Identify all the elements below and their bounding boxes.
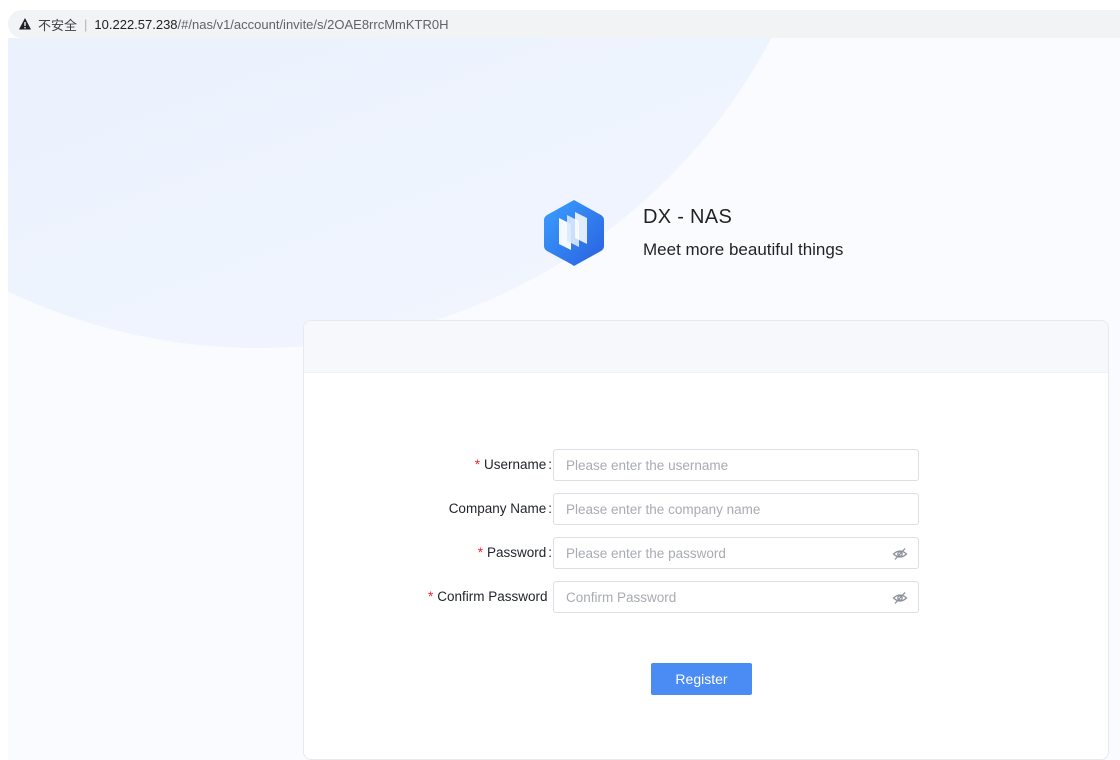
form-row-password: * Password: [304,537,1108,569]
register-button[interactable]: Register [651,663,752,695]
app-title: DX - NAS [643,206,733,228]
username-field[interactable] [553,449,919,481]
warning-icon [19,18,31,30]
security-status-label[interactable]: 不安全 [38,15,77,34]
form-row-confirm-password: * Confirm Password [304,581,1108,613]
app-slogan: Meet more beautiful things [643,240,844,259]
page-left-edge [0,38,8,760]
password-input[interactable] [554,538,918,568]
confirm-password-field[interactable] [553,581,919,613]
password-field[interactable] [553,537,919,569]
browser-address-bar[interactable]: 不安全 | 10.222.57.238/#/nas/v1/account/inv… [8,10,1120,38]
confirm-password-input[interactable] [554,582,918,612]
confirm-password-label: * Confirm Password [428,589,548,604]
brand-header: DX - NAS Meet more beautiful things [543,198,843,268]
page-content: DX - NAS Meet more beautiful things * Use… [0,38,1120,760]
company-name-field[interactable] [553,493,919,525]
company-name-input[interactable] [554,494,918,524]
eye-hidden-icon[interactable] [892,590,908,606]
company-name-label: Company Name: [448,501,552,516]
eye-hidden-icon[interactable] [892,546,908,562]
form-row-username: * Username: [304,449,1108,481]
background-circle [8,38,838,348]
dx-nas-logo-icon [544,200,604,266]
password-label: * Password: [477,545,552,560]
form-row-company-name: Company Name: [304,493,1108,525]
required-mark: * [428,589,434,604]
brand-text: DX - NAS Meet more beautiful things [643,198,843,262]
required-mark: * [477,545,483,560]
card-header [304,321,1108,373]
register-card: *Username: Company Name: *Password: [303,320,1109,760]
url-path[interactable]: /#/nas/v1/account/invite/s/2OAE8rrcMmKTR… [178,17,449,32]
url-host[interactable]: 10.222.57.238 [94,17,177,32]
required-mark: * [474,457,480,472]
address-separator: | [84,16,88,32]
username-input[interactable] [554,450,918,480]
username-label: * Username: [474,457,552,472]
